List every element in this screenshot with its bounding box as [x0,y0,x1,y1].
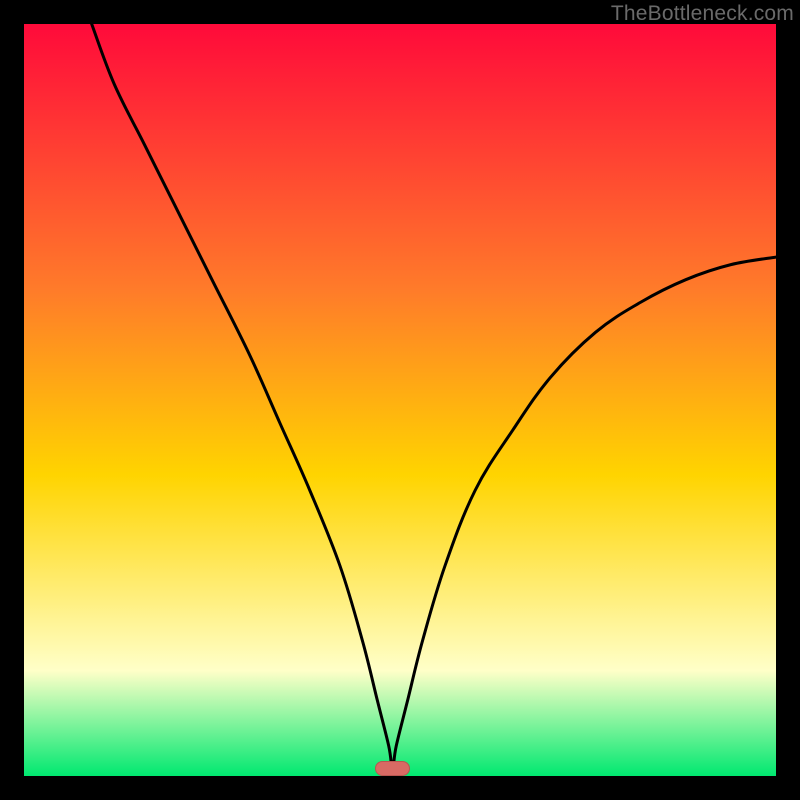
chart-svg [24,24,776,776]
gradient-background [24,24,776,776]
plot-area [24,24,776,776]
chart-frame: TheBottleneck.com [0,0,800,800]
minimum-marker [375,761,409,775]
watermark-text: TheBottleneck.com [611,2,794,26]
